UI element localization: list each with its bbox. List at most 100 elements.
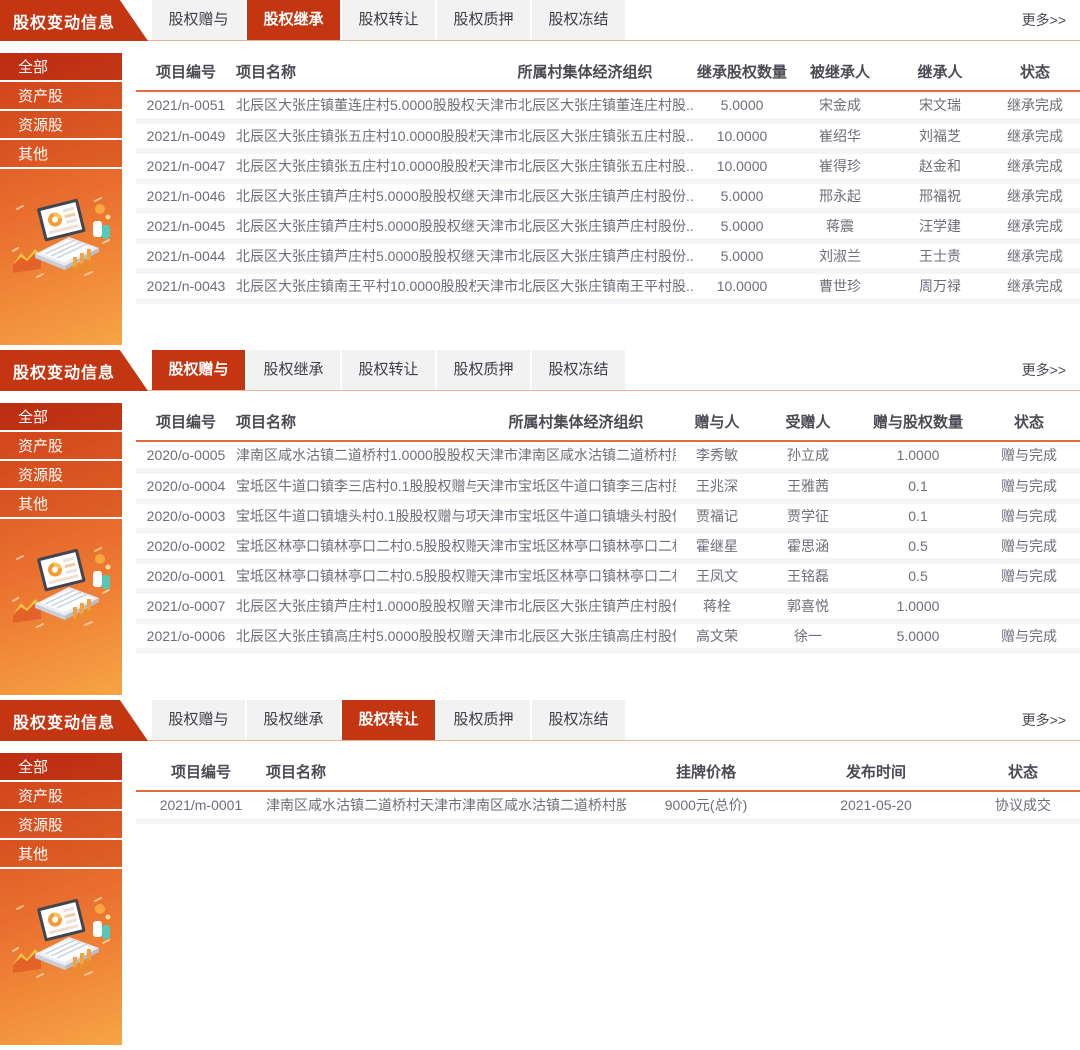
column-header: 赠与人 bbox=[676, 403, 758, 441]
cell: 北辰区大张庄镇张五庄村10.0000股股权继... bbox=[236, 151, 476, 181]
table-row[interactable]: 2021/n-0044北辰区大张庄镇芦庄村5.0000股股权继承...天津市北辰… bbox=[136, 241, 1080, 271]
ribbon-label: 股权变动信息 bbox=[0, 359, 115, 383]
tab-inherit[interactable]: 股权继承 bbox=[247, 0, 340, 40]
column-header: 项目编号 bbox=[136, 403, 236, 441]
cell: 2021/n-0051 bbox=[136, 91, 236, 121]
tab-inherit[interactable]: 股权继承 bbox=[247, 350, 340, 390]
cell: 北辰区大张庄镇芦庄村5.0000股股权继承... bbox=[236, 241, 476, 271]
sidebar: 全部资产股资源股其他 bbox=[0, 403, 122, 695]
cell: 王雅茜 bbox=[758, 471, 858, 501]
section-header: 股权变动信息 股权赠与股权继承股权转让股权质押股权冻结 更多>> bbox=[0, 0, 1080, 41]
cell: 继承完成 bbox=[990, 211, 1080, 241]
column-header: 项目编号 bbox=[136, 53, 236, 91]
cell: 宋金成 bbox=[790, 91, 890, 121]
table-row[interactable]: 2021/o-0007北辰区大张庄镇芦庄村1.0000股股权赠与...天津市北辰… bbox=[136, 591, 1080, 621]
sidebar-item-all[interactable]: 全部 bbox=[0, 403, 122, 432]
column-header: 所属村集体经济组织 bbox=[476, 53, 694, 91]
cell: 2021-05-20 bbox=[786, 791, 966, 821]
tab-gift[interactable]: 股权赠与 bbox=[152, 700, 245, 740]
cell: 协议成交 bbox=[966, 791, 1080, 821]
column-header: 项目名称 bbox=[236, 403, 476, 441]
sidebar-item-all[interactable]: 全部 bbox=[0, 753, 122, 782]
section-ribbon: 股权变动信息 bbox=[0, 350, 148, 391]
cell: 2021/o-0006 bbox=[136, 621, 236, 651]
more-link[interactable]: 更多>> bbox=[1022, 350, 1066, 390]
sidebar-item-other[interactable]: 其他 bbox=[0, 140, 122, 169]
cell: 郭喜悦 bbox=[758, 591, 858, 621]
tab-inherit[interactable]: 股权继承 bbox=[247, 700, 340, 740]
tab-freeze[interactable]: 股权冻结 bbox=[532, 350, 625, 390]
inheritance-table: 项目编号项目名称所属村集体经济组织继承股权数量被继承人继承人状态2021/n-0… bbox=[136, 53, 1080, 304]
table-row[interactable]: 2020/o-0001宝坻区林亭口镇林亭口二村0.5股股权赠与...天津市宝坻区… bbox=[136, 561, 1080, 591]
tab-gift[interactable]: 股权赠与 bbox=[152, 0, 245, 40]
cell: 邢永起 bbox=[790, 181, 890, 211]
cell: 继承完成 bbox=[990, 241, 1080, 271]
cell: 刘福芝 bbox=[890, 121, 990, 151]
cell: 北辰区大张庄镇张五庄村10.0000股股权继... bbox=[236, 121, 476, 151]
sidebar-illustration bbox=[0, 891, 122, 983]
tab-freeze[interactable]: 股权冻结 bbox=[532, 0, 625, 40]
column-header: 发布时间 bbox=[786, 753, 966, 791]
sidebar-item-asset-shares[interactable]: 资产股 bbox=[0, 432, 122, 461]
table-row[interactable]: 2021/n-0049北辰区大张庄镇张五庄村10.0000股股权继...天津市北… bbox=[136, 121, 1080, 151]
sidebar-item-asset-shares[interactable]: 资产股 bbox=[0, 782, 122, 811]
cell: 赠与完成 bbox=[978, 561, 1080, 591]
cell: 5.0000 bbox=[694, 181, 790, 211]
cell: 2020/o-0003 bbox=[136, 501, 236, 531]
tab-pledge[interactable]: 股权质押 bbox=[437, 350, 530, 390]
tab-transfer[interactable]: 股权转让 bbox=[342, 350, 435, 390]
tab-gift[interactable]: 股权赠与 bbox=[152, 350, 245, 390]
table-row[interactable]: 2021/o-0006北辰区大张庄镇高庄村5.0000股股权赠与...天津市北辰… bbox=[136, 621, 1080, 651]
table-row[interactable]: 2021/n-0045北辰区大张庄镇芦庄村5.0000股股权继承...天津市北辰… bbox=[136, 211, 1080, 241]
sidebar: 全部资产股资源股其他 bbox=[0, 753, 122, 1045]
cell: 5.0000 bbox=[694, 91, 790, 121]
cell: 邢福祝 bbox=[890, 181, 990, 211]
column-header: 继承股权数量 bbox=[694, 53, 790, 91]
more-link[interactable]: 更多>> bbox=[1022, 0, 1066, 40]
cell: 曹世珍 bbox=[790, 271, 890, 301]
table-row[interactable]: 2020/o-0002宝坻区林亭口镇林亭口二村0.5股股权赠与...天津市宝坻区… bbox=[136, 531, 1080, 561]
table-row[interactable]: 2020/o-0004宝坻区牛道口镇李三店村0.1股股权赠与项目天津市宝坻区牛道… bbox=[136, 471, 1080, 501]
sidebar-item-all[interactable]: 全部 bbox=[0, 53, 122, 82]
sidebar-item-other[interactable]: 其他 bbox=[0, 840, 122, 869]
sidebar-item-other[interactable]: 其他 bbox=[0, 490, 122, 519]
table-row[interactable]: 2021/n-0051北辰区大张庄镇董连庄村5.0000股股权继...天津市北辰… bbox=[136, 91, 1080, 121]
section-header: 股权变动信息 股权赠与股权继承股权转让股权质押股权冻结 更多>> bbox=[0, 700, 1080, 741]
sidebar-item-resource-shares[interactable]: 资源股 bbox=[0, 461, 122, 490]
tab-transfer[interactable]: 股权转让 bbox=[342, 0, 435, 40]
sidebar-item-asset-shares[interactable]: 资产股 bbox=[0, 82, 122, 111]
ribbon-label: 股权变动信息 bbox=[0, 709, 115, 733]
cell: 崔绍华 bbox=[790, 121, 890, 151]
table-row[interactable]: 2021/m-0001津南区咸水沽镇二道桥村天津市津南区咸水沽镇二道桥村股份经.… bbox=[136, 791, 1080, 821]
cell: 天津市北辰区大张庄镇张五庄村股... bbox=[476, 121, 694, 151]
cell: 天津市北辰区大张庄镇芦庄村股份... bbox=[476, 241, 694, 271]
cell: 赵金和 bbox=[890, 151, 990, 181]
cell: 周万禄 bbox=[890, 271, 990, 301]
transfer-table: 项目编号项目名称挂牌价格发布时间状态2021/m-0001津南区咸水沽镇二道桥村… bbox=[136, 753, 1080, 824]
cell: 天津市北辰区大张庄镇芦庄村股份... bbox=[476, 591, 676, 621]
table-row[interactable]: 2021/n-0043北辰区大张庄镇南王平村10.0000股股权继...天津市北… bbox=[136, 271, 1080, 301]
cell: 9000元(总价) bbox=[626, 791, 786, 821]
table-row[interactable]: 2020/o-0005津南区咸水沽镇二道桥村1.0000股股权赠...天津市津南… bbox=[136, 441, 1080, 471]
table-row[interactable]: 2021/n-0047北辰区大张庄镇张五庄村10.0000股股权继...天津市北… bbox=[136, 151, 1080, 181]
tab-transfer[interactable]: 股权转让 bbox=[342, 700, 435, 740]
cell: 0.1 bbox=[858, 501, 978, 531]
table-row[interactable]: 2020/o-0003宝坻区牛道口镇塘头村0.1股股权赠与项目天津市宝坻区牛道口… bbox=[136, 501, 1080, 531]
tab-pledge[interactable]: 股权质押 bbox=[437, 0, 530, 40]
sidebar-illustration bbox=[0, 541, 122, 633]
equity-change-page: 股权变动信息 股权赠与股权继承股权转让股权质押股权冻结 更多>> 全部资产股资源… bbox=[0, 0, 1080, 1050]
section-ribbon: 股权变动信息 bbox=[0, 700, 148, 741]
cell: 蒋栓 bbox=[676, 591, 758, 621]
table-header-row: 项目编号项目名称所属村集体经济组织赠与人受赠人赠与股权数量状态 bbox=[136, 403, 1080, 441]
tab-pledge[interactable]: 股权质押 bbox=[437, 700, 530, 740]
tab-freeze[interactable]: 股权冻结 bbox=[532, 700, 625, 740]
sidebar-item-resource-shares[interactable]: 资源股 bbox=[0, 811, 122, 840]
table-row[interactable]: 2021/n-0046北辰区大张庄镇芦庄村5.0000股股权继承...天津市北辰… bbox=[136, 181, 1080, 211]
column-header: 项目编号 bbox=[136, 753, 266, 791]
more-link[interactable]: 更多>> bbox=[1022, 700, 1066, 740]
sidebar-item-resource-shares[interactable]: 资源股 bbox=[0, 111, 122, 140]
cell: 贾学征 bbox=[758, 501, 858, 531]
cell: 天津市津南区咸水沽镇二道桥村股... bbox=[476, 441, 676, 471]
cell: 天津市宝坻区林亭口镇林亭口二村... bbox=[476, 561, 676, 591]
cell: 赠与完成 bbox=[978, 471, 1080, 501]
